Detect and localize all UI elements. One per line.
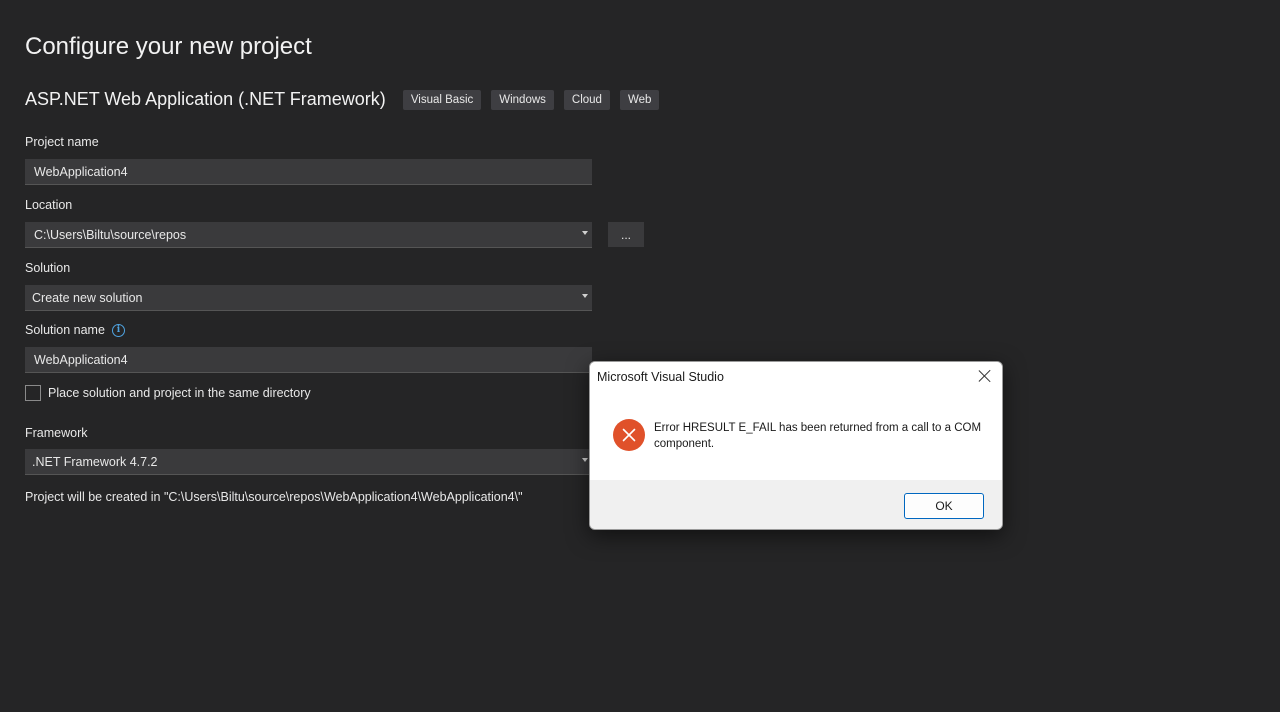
tag-visual-basic: Visual Basic xyxy=(402,89,482,110)
dialog-title: Microsoft Visual Studio xyxy=(597,370,724,384)
same-directory-label: Place solution and project in the same d… xyxy=(48,386,311,400)
tag-web: Web xyxy=(619,89,660,110)
project-name-label: Project name xyxy=(25,135,99,149)
solution-name-value: WebApplication4 xyxy=(34,352,128,367)
location-combobox[interactable]: C:\Users\Biltu\source\repos xyxy=(25,222,592,248)
solution-name-input[interactable]: WebApplication4 xyxy=(25,347,592,373)
project-name-input[interactable]: WebApplication4 xyxy=(25,159,592,185)
template-header: ASP.NET Web Application (.NET Framework)… xyxy=(25,89,669,110)
tag-cloud: Cloud xyxy=(563,89,610,110)
page-title: Configure your new project xyxy=(25,33,312,60)
dialog-body: Error HRESULT E_FAIL has been returned f… xyxy=(590,392,1002,480)
ok-button[interactable]: OK xyxy=(904,493,984,519)
dialog-footer: OK xyxy=(590,480,1002,529)
error-icon xyxy=(613,419,645,451)
project-path-note: Project will be created in "C:\Users\Bil… xyxy=(25,490,523,504)
solution-name-label: Solution name xyxy=(25,323,105,337)
framework-value: .NET Framework 4.7.2 xyxy=(32,454,158,469)
dialog-titlebar[interactable]: Microsoft Visual Studio xyxy=(590,362,1002,392)
template-name: ASP.NET Web Application (.NET Framework) xyxy=(25,89,386,109)
tag-windows: Windows xyxy=(491,89,554,110)
location-value: C:\Users\Biltu\source\repos xyxy=(34,227,187,242)
location-label: Location xyxy=(25,198,73,212)
solution-label: Solution xyxy=(25,261,71,275)
same-directory-checkbox[interactable] xyxy=(25,385,41,401)
project-name-value: WebApplication4 xyxy=(34,164,128,179)
chevron-down-icon[interactable] xyxy=(582,294,588,298)
browse-button[interactable]: ... xyxy=(608,222,644,247)
close-icon[interactable] xyxy=(978,369,992,383)
framework-label: Framework xyxy=(25,426,88,440)
solution-name-label-row: Solution name i xyxy=(25,323,125,337)
error-dialog: Microsoft Visual Studio Error HRESULT E_… xyxy=(589,361,1003,530)
chevron-down-icon[interactable] xyxy=(582,458,588,462)
same-directory-option[interactable]: Place solution and project in the same d… xyxy=(25,385,311,401)
configure-project-page: Configure your new project ASP.NET Web A… xyxy=(0,0,1280,712)
chevron-down-icon[interactable] xyxy=(582,231,588,235)
dialog-message: Error HRESULT E_FAIL has been returned f… xyxy=(654,422,982,450)
framework-select[interactable]: .NET Framework 4.7.2 xyxy=(25,449,592,475)
solution-value: Create new solution xyxy=(32,290,143,305)
info-icon[interactable]: i xyxy=(111,323,125,337)
solution-select[interactable]: Create new solution xyxy=(25,285,592,311)
